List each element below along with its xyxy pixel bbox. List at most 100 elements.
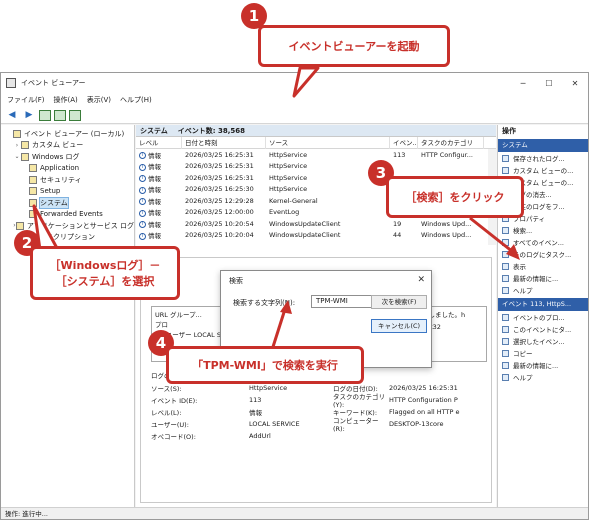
close-button[interactable]: ✕ <box>562 73 588 93</box>
tree-item-label: カスタム ビュー <box>32 141 84 150</box>
info-icon: i <box>139 163 146 171</box>
property-value: 113 <box>249 396 262 404</box>
info-icon: i <box>139 209 146 217</box>
console-tree-icon[interactable] <box>39 109 51 121</box>
expand-arrow-icon[interactable]: › <box>13 142 21 149</box>
action-item[interactable]: コピー <box>498 347 588 359</box>
action-icon <box>502 274 509 282</box>
tree-item[interactable]: イベント ビューアー (ローカル) <box>1 128 134 140</box>
event-cell: 44 <box>393 231 402 240</box>
action-item[interactable]: このイベントにタ... <box>498 323 588 335</box>
action-item[interactable]: ヘルプ <box>498 284 588 296</box>
tree-item-label: システム <box>39 197 69 209</box>
cancel-button[interactable]: キャンセル(C) <box>371 319 427 333</box>
event-cell: 2026/03/25 16:25:31 <box>185 173 254 182</box>
status-bar: 操作: 進行中... <box>1 507 588 519</box>
expand-arrow-icon[interactable]: ⌄ <box>13 153 21 160</box>
console-tree: イベント ビューアー (ローカル) › カスタム ビュー ⌄ Windows ログ App… <box>1 125 135 507</box>
folder-icon <box>29 164 37 173</box>
window-title: イベント ビューアー <box>21 79 86 87</box>
column-source[interactable]: ソース <box>266 136 390 149</box>
level-cell: i 情報 <box>136 161 182 171</box>
action-item[interactable]: 表示 <box>498 260 588 272</box>
folder-icon <box>21 152 29 161</box>
action-item[interactable]: このログにタスク... <box>498 248 588 260</box>
column-task-category[interactable]: タスクのカテゴリ <box>418 136 484 149</box>
menu-action[interactable]: 操作(A) <box>54 95 78 105</box>
action-item[interactable]: 最新の情報に... <box>498 272 588 284</box>
minimize-button[interactable]: ─ <box>510 73 536 93</box>
property-value: LOCAL SERVICE <box>249 420 300 428</box>
forward-arrow-icon[interactable]: ▶ <box>22 109 36 121</box>
column-level[interactable]: レベル <box>136 136 182 149</box>
action-label: 最新の情報に... <box>513 275 559 283</box>
action-item[interactable]: 最新の情報に... <box>498 359 588 371</box>
property-value: Flagged on all HTTP e <box>389 408 460 416</box>
property-value: 2026/03/25 16:25:31 <box>389 384 458 392</box>
column-event-id[interactable]: イベン... <box>390 136 418 149</box>
callout-2-line2: ［システム］を選択 <box>55 275 155 288</box>
callout-2: ［Windowsログ］－ ［システム］を選択 <box>30 246 180 300</box>
action-item[interactable]: すべてのイベン... <box>498 236 588 248</box>
property-label: レベル(L): <box>151 409 182 417</box>
property-row: ユーザー(U): LOCAL SERVICE コンピューター(R): DESKTOP-… <box>151 417 487 433</box>
level-text: 情報 <box>148 163 161 172</box>
event-cell: HTTP Configur... <box>421 150 473 159</box>
event-row[interactable]: i 情報 2026/03/25 10:20:04 WindowsUpdateClien… <box>136 230 496 242</box>
tree-item[interactable]: セキュリティ <box>1 174 134 186</box>
property-row: オペコード(O): AddUrl <box>151 430 487 442</box>
event-row[interactable]: i 情報 2026/03/25 16:25:31 HttpService <box>136 161 496 173</box>
maximize-button[interactable]: ☐ <box>536 73 562 93</box>
property-label: コンピューター(R): <box>333 417 379 433</box>
menu-file[interactable]: ファイル(F) <box>7 95 45 105</box>
action-label: 選択したイベン... <box>513 338 565 346</box>
menu-view[interactable]: 表示(V) <box>87 95 111 105</box>
event-cell: 19 <box>393 219 402 228</box>
find-next-button[interactable]: 次を検索(F) <box>371 295 427 309</box>
find-dialog-close-icon[interactable]: ✕ <box>417 275 425 285</box>
event-row[interactable]: i 情報 2026/03/25 16:25:31 HttpService 113 HTTP… <box>136 149 496 161</box>
event-row[interactable]: i 情報 2026/03/25 10:20:54 WindowsUpdateClien… <box>136 218 496 230</box>
help-pane-icon[interactable] <box>69 109 81 121</box>
tree-item[interactable]: Forwarded Events <box>1 209 134 221</box>
info-icon: i <box>139 175 146 183</box>
action-icon <box>502 238 509 246</box>
action-item[interactable]: イベントのプロ... <box>498 311 588 323</box>
action-label: コピー <box>513 350 533 358</box>
level-cell: i 情報 <box>136 184 182 194</box>
event-cell: Windows Upd... <box>421 231 472 240</box>
level-cell: i 情報 <box>136 230 182 240</box>
menu-help[interactable]: ヘルプ(H) <box>120 95 152 105</box>
info-icon: i <box>139 198 146 206</box>
tree-item-label: セキュリティ <box>40 175 82 184</box>
tree-item-label: Forwarded Events <box>40 210 103 219</box>
back-arrow-icon[interactable]: ◀ <box>5 109 19 121</box>
action-item[interactable]: ヘルプ <box>498 371 588 383</box>
action-item[interactable]: 検索... <box>498 224 588 236</box>
action-label: 検索... <box>513 227 533 235</box>
action-item[interactable]: カスタム ビューの... <box>498 164 588 176</box>
folder-icon <box>13 129 21 138</box>
action-label: カスタム ビューの... <box>513 167 574 175</box>
tree-item[interactable]: Setup <box>1 186 134 198</box>
action-item[interactable]: 保存されたログ... <box>498 152 588 164</box>
find-label: 検索する文字列(N): <box>233 299 296 307</box>
column-datetime[interactable]: 日付と時刻 <box>182 136 266 149</box>
action-item[interactable]: 選択したイベン... <box>498 335 588 347</box>
actions-section-system[interactable]: システム <box>498 139 588 152</box>
action-icon <box>502 226 509 234</box>
callout-2-line1: ［Windowsログ］－ <box>49 259 161 272</box>
properties-icon[interactable] <box>54 109 66 121</box>
action-label: 表示 <box>513 263 526 271</box>
event-cell: HttpService <box>269 150 308 159</box>
tree-item[interactable]: › カスタム ビュー <box>1 140 134 152</box>
tree-item[interactable]: ⌄ Windows ログ <box>1 151 134 163</box>
tree-item[interactable]: › アプリケーションとサービス ログ <box>1 220 134 232</box>
tree-item[interactable]: システム <box>1 197 134 209</box>
info-icon: i <box>139 186 146 194</box>
folder-icon <box>15 221 24 230</box>
callout-1: イベントビューアーを起動 <box>258 25 450 67</box>
property-value: AddUrl <box>249 432 271 440</box>
tree-item[interactable]: Application <box>1 163 134 175</box>
actions-section-event[interactable]: イベント 113, HttpS... <box>498 298 588 311</box>
